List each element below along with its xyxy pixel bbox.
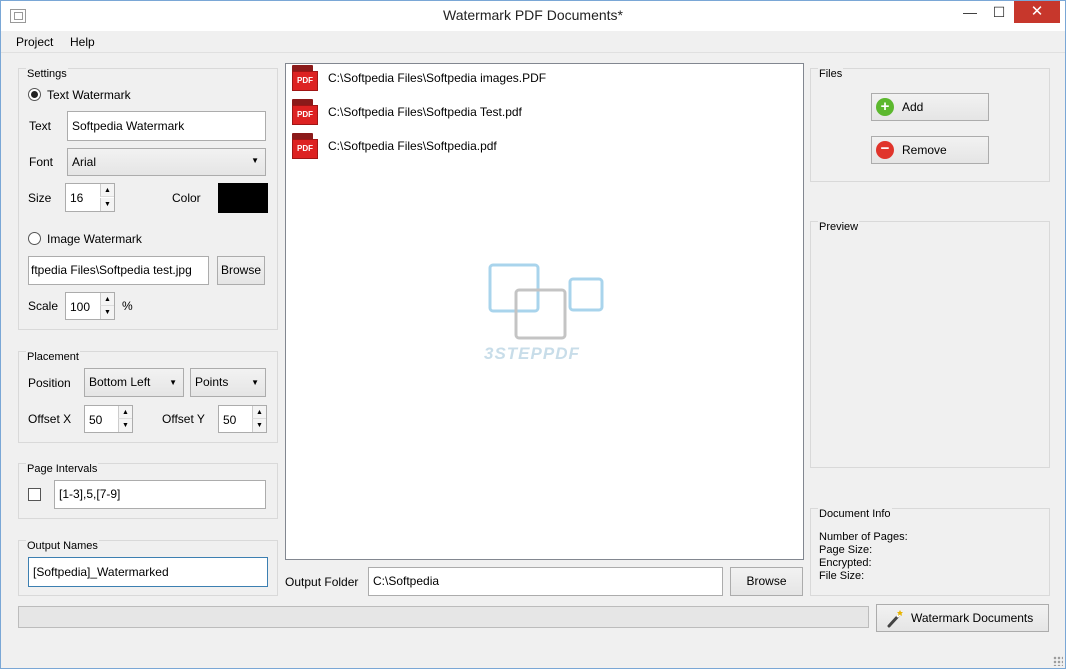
- spin-up-icon[interactable]: ▲: [118, 406, 132, 419]
- watermark-documents-button[interactable]: Watermark Documents: [876, 604, 1049, 632]
- file-name: C:\Softpedia Files\Softpedia.pdf: [328, 139, 497, 153]
- menu-project[interactable]: Project: [16, 35, 53, 49]
- size-stepper[interactable]: 16 ▲ ▼: [65, 183, 115, 212]
- preview-title: Preview: [818, 221, 860, 233]
- chevron-down-icon: ▼: [251, 156, 259, 165]
- spin-down-icon[interactable]: ▼: [252, 419, 266, 432]
- progress-bar: [18, 606, 869, 628]
- color-label: Color: [172, 191, 201, 205]
- plus-icon: +: [876, 98, 894, 116]
- output-names-title: Output Names: [26, 540, 99, 552]
- document-info-group: Document Info Number of Pages: Page Size…: [810, 508, 1050, 596]
- placement-title: Placement: [26, 351, 80, 363]
- file-list[interactable]: PDF C:\Softpedia Files\Softpedia images.…: [285, 63, 804, 560]
- output-folder-label: Output Folder: [285, 575, 359, 589]
- title-bar: Watermark PDF Documents* — ☐ ✕: [1, 1, 1065, 31]
- settings-title: Settings: [26, 68, 68, 80]
- position-label: Position: [28, 376, 71, 390]
- pdf-file-icon: PDF: [291, 65, 321, 95]
- menu-bar: Project Help: [1, 31, 1065, 53]
- pdf-file-icon: PDF: [291, 99, 321, 129]
- page-intervals-input[interactable]: [1-3],5,[7-9]: [54, 480, 266, 509]
- logo-text: 3STEPPDF: [484, 344, 580, 363]
- window-title: Watermark PDF Documents*: [443, 7, 623, 23]
- offset-y-stepper[interactable]: 50 ▲ ▼: [218, 405, 267, 433]
- text-watermark-label: Text Watermark: [47, 88, 131, 102]
- page-intervals-title: Page Intervals: [26, 463, 99, 475]
- files-group: Files: [810, 68, 1050, 182]
- 3steppdf-logo: 3STEPPDF: [482, 262, 612, 372]
- add-label: Add: [902, 100, 924, 114]
- unit-select[interactable]: Points ▼: [190, 368, 266, 397]
- doc-info-encrypted: Encrypted:: [819, 557, 872, 569]
- offset-x-label: Offset X: [28, 412, 72, 426]
- file-name: C:\Softpedia Files\Softpedia Test.pdf: [328, 105, 522, 119]
- scale-stepper[interactable]: 100 ▲ ▼: [65, 292, 115, 320]
- text-watermark-radio[interactable]: [28, 88, 41, 101]
- unit-select-value: Points: [195, 375, 229, 389]
- color-swatch[interactable]: [218, 183, 268, 213]
- spin-up-icon[interactable]: ▲: [252, 406, 266, 419]
- image-browse-button[interactable]: Browse: [217, 256, 265, 285]
- watermark-text-input[interactable]: Softpedia Watermark: [67, 111, 266, 141]
- doc-info-page-size: Page Size:: [819, 544, 873, 556]
- pdf-file-icon: PDF: [291, 133, 321, 163]
- file-name: C:\Softpedia Files\Softpedia images.PDF: [328, 71, 547, 85]
- remove-file-button[interactable]: − Remove: [871, 136, 989, 164]
- spin-up-icon[interactable]: ▲: [100, 184, 114, 197]
- doc-info-pages: Number of Pages:: [819, 531, 908, 543]
- file-list-item[interactable]: PDF C:\Softpedia Files\Softpedia.pdf: [291, 133, 791, 163]
- font-select[interactable]: Arial ▼: [67, 148, 266, 176]
- position-select[interactable]: Bottom Left ▼: [84, 368, 184, 397]
- scale-label: Scale: [28, 299, 59, 313]
- output-folder-browse-button[interactable]: Browse: [730, 567, 803, 596]
- spin-down-icon[interactable]: ▼: [118, 419, 132, 432]
- app-window: Watermark PDF Documents* — ☐ ✕ Project H…: [0, 0, 1066, 669]
- minus-icon: −: [876, 141, 894, 159]
- add-file-button[interactable]: + Add: [871, 93, 989, 121]
- image-watermark-radio[interactable]: [28, 232, 41, 245]
- scale-value: 100: [70, 300, 91, 314]
- magic-wand-icon: [885, 609, 905, 629]
- spin-down-icon[interactable]: ▼: [100, 306, 114, 319]
- offset-x-stepper[interactable]: 50 ▲ ▼: [84, 405, 133, 433]
- remove-label: Remove: [902, 143, 947, 157]
- minimize-button[interactable]: —: [956, 1, 984, 23]
- font-label: Font: [29, 155, 54, 169]
- close-button[interactable]: ✕: [1014, 1, 1060, 23]
- preview-group: Preview: [810, 221, 1050, 468]
- offset-y-value: 50: [223, 413, 237, 427]
- resize-grip-icon[interactable]: [1053, 656, 1063, 666]
- spin-up-icon[interactable]: ▲: [100, 293, 114, 306]
- size-label: Size: [28, 191, 52, 205]
- output-names-input[interactable]: [Softpedia]_Watermarked: [28, 557, 268, 587]
- watermark-documents-label: Watermark Documents: [911, 611, 1034, 625]
- scale-unit: %: [122, 299, 133, 313]
- chevron-down-icon: ▼: [251, 378, 259, 387]
- text-label: Text: [29, 119, 52, 133]
- file-list-item[interactable]: PDF C:\Softpedia Files\Softpedia Test.pd…: [291, 99, 791, 129]
- chevron-down-icon: ▼: [169, 378, 177, 387]
- menu-help[interactable]: Help: [70, 35, 95, 49]
- doc-info-file-size: File Size:: [819, 570, 865, 582]
- position-select-value: Bottom Left: [89, 375, 151, 389]
- page-intervals-checkbox[interactable]: [28, 488, 41, 501]
- size-value: 16: [70, 191, 84, 205]
- offset-y-label: Offset Y: [162, 412, 205, 426]
- document-info-title: Document Info: [818, 508, 892, 520]
- image-watermark-label: Image Watermark: [47, 232, 142, 246]
- files-title: Files: [818, 68, 844, 80]
- maximize-button[interactable]: ☐: [985, 1, 1013, 23]
- image-path-input[interactable]: ftpedia Files\Softpedia test.jpg: [28, 256, 209, 285]
- offset-x-value: 50: [89, 413, 103, 427]
- font-select-value: Arial: [72, 155, 97, 169]
- spin-down-icon[interactable]: ▼: [100, 198, 114, 211]
- output-folder-input[interactable]: C:\Softpedia: [368, 567, 723, 596]
- file-list-item[interactable]: PDF C:\Softpedia Files\Softpedia images.…: [291, 65, 791, 95]
